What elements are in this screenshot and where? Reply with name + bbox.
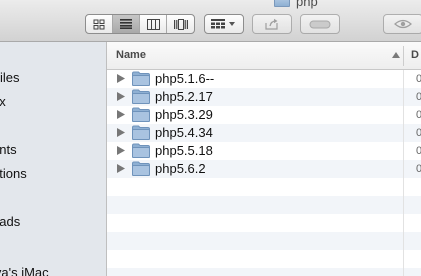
column-divider xyxy=(403,70,404,276)
folder-icon xyxy=(132,143,150,158)
sidebar-item-applications[interactable]: ations xyxy=(0,164,106,184)
sidebar-item-box[interactable]: ox xyxy=(0,92,106,112)
date-value: 0 xyxy=(416,127,421,139)
cover-flow-view-button[interactable] xyxy=(167,15,194,33)
window-title: php xyxy=(274,0,318,9)
name-column-header[interactable]: Name xyxy=(116,49,146,61)
list-item[interactable]: php5.3.29 0 xyxy=(107,106,421,124)
folder-icon xyxy=(132,89,150,104)
sidebar-item-imac[interactable]: iya's iMac xyxy=(0,263,106,276)
arrange-menu-button[interactable] xyxy=(204,14,244,34)
icon-view-button[interactable] xyxy=(86,15,113,33)
window-title-label: php xyxy=(296,0,318,9)
list-item[interactable]: php5.2.17 0 xyxy=(107,88,421,106)
disclosure-triangle-icon[interactable] xyxy=(117,146,125,155)
sidebar-item-downloads[interactable]: oads xyxy=(0,212,106,232)
file-list: Name D php5.1.6-- 0 php5.2.17 0 php5.3.2… xyxy=(107,42,421,276)
column-view-icon xyxy=(146,18,160,30)
sidebar-item-documents[interactable]: ents xyxy=(0,140,106,160)
list-header: Name D xyxy=(107,42,421,70)
icon-view-icon xyxy=(93,19,105,29)
disclosure-triangle-icon[interactable] xyxy=(117,164,125,173)
folder-icon xyxy=(274,0,290,7)
file-name: php5.1.6-- xyxy=(155,71,215,86)
file-name: php5.6.2 xyxy=(155,161,206,176)
disclosure-triangle-icon[interactable] xyxy=(117,128,125,137)
file-name: php5.3.29 xyxy=(155,107,213,122)
list-item[interactable]: php5.6.2 0 xyxy=(107,160,421,178)
list-view-icon xyxy=(120,19,132,29)
sidebar-item-label: ox xyxy=(0,94,6,109)
date-value: 0 xyxy=(416,163,421,175)
column-divider[interactable] xyxy=(403,46,404,66)
list-item[interactable]: php5.4.34 0 xyxy=(107,124,421,142)
file-name: php5.2.17 xyxy=(155,89,213,104)
eye-icon xyxy=(394,19,412,29)
tags-button[interactable] xyxy=(300,14,340,34)
view-mode-segmented-control xyxy=(85,14,195,34)
column-view-button[interactable] xyxy=(140,15,167,33)
date-value: 0 xyxy=(416,109,421,121)
sidebar: Files ox ents ations p oads iya's iMac xyxy=(0,42,107,276)
folder-icon xyxy=(132,71,150,86)
quick-look-button[interactable] xyxy=(383,14,421,34)
share-button[interactable] xyxy=(252,14,292,34)
date-column-header[interactable]: D xyxy=(411,49,419,61)
folder-icon xyxy=(132,161,150,176)
folder-icon xyxy=(132,107,150,122)
row-stripe xyxy=(107,196,421,214)
sort-ascending-icon xyxy=(392,52,400,58)
finder-toolbar: php xyxy=(0,0,421,42)
sidebar-item-files[interactable]: Files xyxy=(0,68,106,88)
disclosure-triangle-icon[interactable] xyxy=(117,92,125,101)
sidebar-item-label: ents xyxy=(0,142,17,157)
sidebar-item-label: Files xyxy=(0,70,20,85)
arrange-grid-icon xyxy=(211,19,235,29)
sidebar-item-label: ations xyxy=(0,166,27,181)
list-item[interactable]: php5.5.18 0 xyxy=(107,142,421,160)
disclosure-triangle-icon[interactable] xyxy=(117,110,125,119)
date-value: 0 xyxy=(416,73,421,85)
tag-icon xyxy=(309,20,331,28)
file-name: php5.5.18 xyxy=(155,143,213,158)
sidebar-item-desktop[interactable]: p xyxy=(0,188,106,208)
row-stripe xyxy=(107,232,421,250)
row-stripe xyxy=(107,268,421,276)
date-value: 0 xyxy=(416,145,421,157)
file-name: php5.4.34 xyxy=(155,125,213,140)
cover-flow-icon xyxy=(173,18,188,30)
list-view-button[interactable] xyxy=(113,15,140,33)
folder-icon xyxy=(132,125,150,140)
share-icon xyxy=(265,18,278,30)
sidebar-item-label: oads xyxy=(0,214,21,229)
list-item[interactable]: php5.1.6-- 0 xyxy=(107,70,421,88)
sidebar-item-label: iya's iMac xyxy=(0,265,49,276)
disclosure-triangle-icon[interactable] xyxy=(117,74,125,83)
date-value: 0 xyxy=(416,91,421,103)
